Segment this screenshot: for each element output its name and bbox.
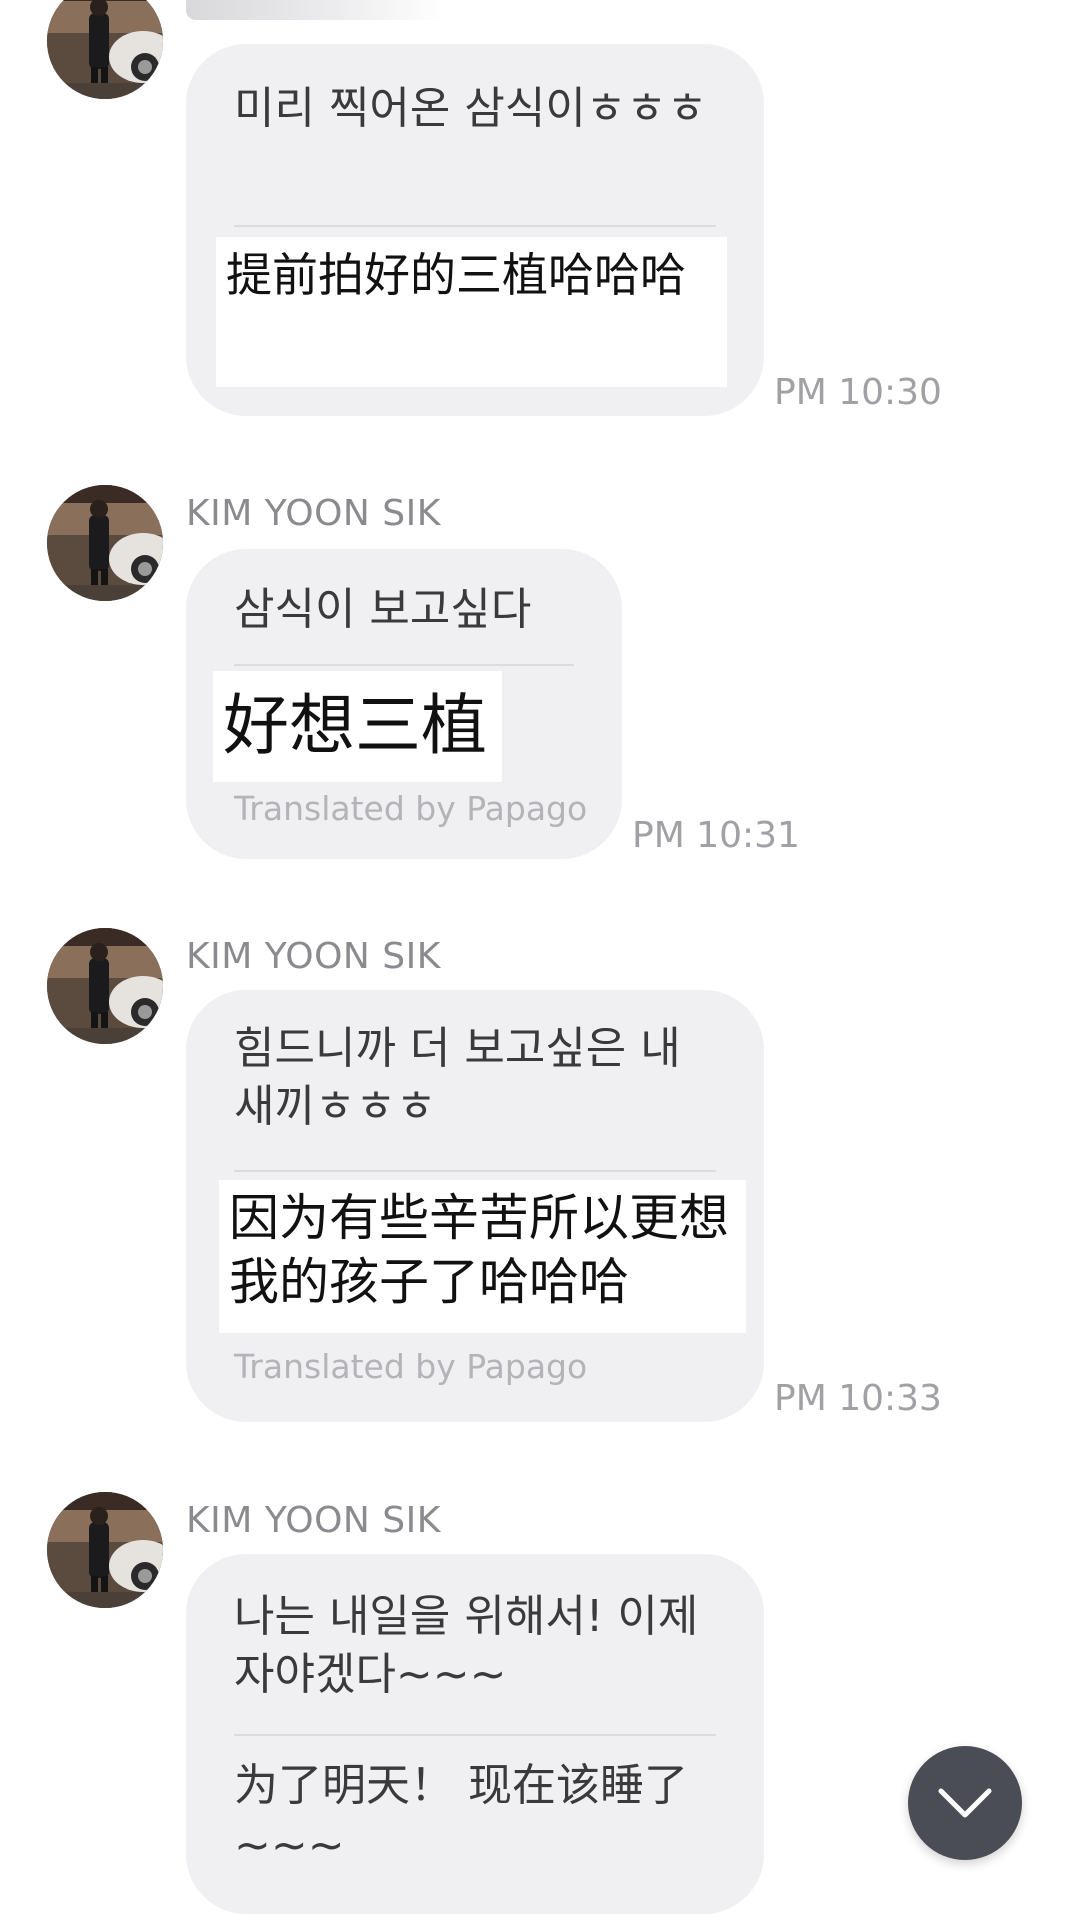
avatar-photo — [47, 928, 163, 1044]
original-text: 미리 찍어온 삼식이ㅎㅎㅎ — [234, 83, 708, 134]
sender-name: KIM YOON SIK — [186, 493, 441, 534]
translation-text: 为了明天！ 现在该睡了~~~ — [234, 1760, 688, 1871]
translation-credit: Translated by Papago — [234, 1347, 588, 1386]
divider — [234, 1170, 716, 1172]
message-bubble[interactable]: 나는 내일을 위해서! 이제 자야겠다~~~ 为了明天！ 现在该睡了~~~ — [186, 1554, 764, 1914]
divider — [234, 225, 716, 227]
sender-name-blurred — [186, 0, 446, 20]
timestamp: PM 10:31 — [632, 815, 800, 856]
chevron-down-icon — [938, 1788, 992, 1818]
original-text: 힘드니까 더 보고싶은 내 새끼ㅎㅎㅎ — [234, 1023, 681, 1132]
timestamp: PM 10:33 — [774, 1378, 942, 1419]
translation-text: 好想三植 — [213, 671, 502, 782]
avatar-photo — [47, 0, 163, 99]
sender-name: KIM YOON SIK — [186, 936, 441, 977]
message-bubble[interactable]: 삼식이 보고싶다 好想三植 Translated by Papago — [186, 549, 622, 859]
avatar[interactable] — [47, 485, 163, 601]
avatar-photo — [47, 485, 163, 601]
sender-name: KIM YOON SIK — [186, 1500, 441, 1541]
message-bubble[interactable]: 미리 찍어온 삼식이ㅎㅎㅎ 提前拍好的三植哈哈哈 — [186, 44, 764, 416]
message-bubble[interactable]: 힘드니까 더 보고싶은 내 새끼ㅎㅎㅎ 因为有些辛苦所以更想我的孩子了哈哈哈 T… — [186, 990, 764, 1422]
scroll-to-bottom-button[interactable] — [908, 1746, 1022, 1860]
divider — [234, 1734, 716, 1736]
avatar[interactable] — [47, 1492, 163, 1608]
translation-text: 提前拍好的三植哈哈哈 — [216, 237, 727, 387]
original-text: 삼식이 보고싶다 — [234, 584, 532, 635]
avatar[interactable] — [47, 928, 163, 1044]
original-text: 나는 내일을 위해서! 이제 자야겠다~~~ — [234, 1591, 699, 1700]
avatar-photo — [47, 1492, 163, 1608]
avatar[interactable] — [47, 0, 163, 99]
divider — [234, 664, 574, 666]
translation-credit: Translated by Papago — [234, 789, 588, 828]
timestamp: PM 10:30 — [774, 372, 942, 413]
translation-text: 因为有些辛苦所以更想我的孩子了哈哈哈 — [219, 1180, 746, 1333]
